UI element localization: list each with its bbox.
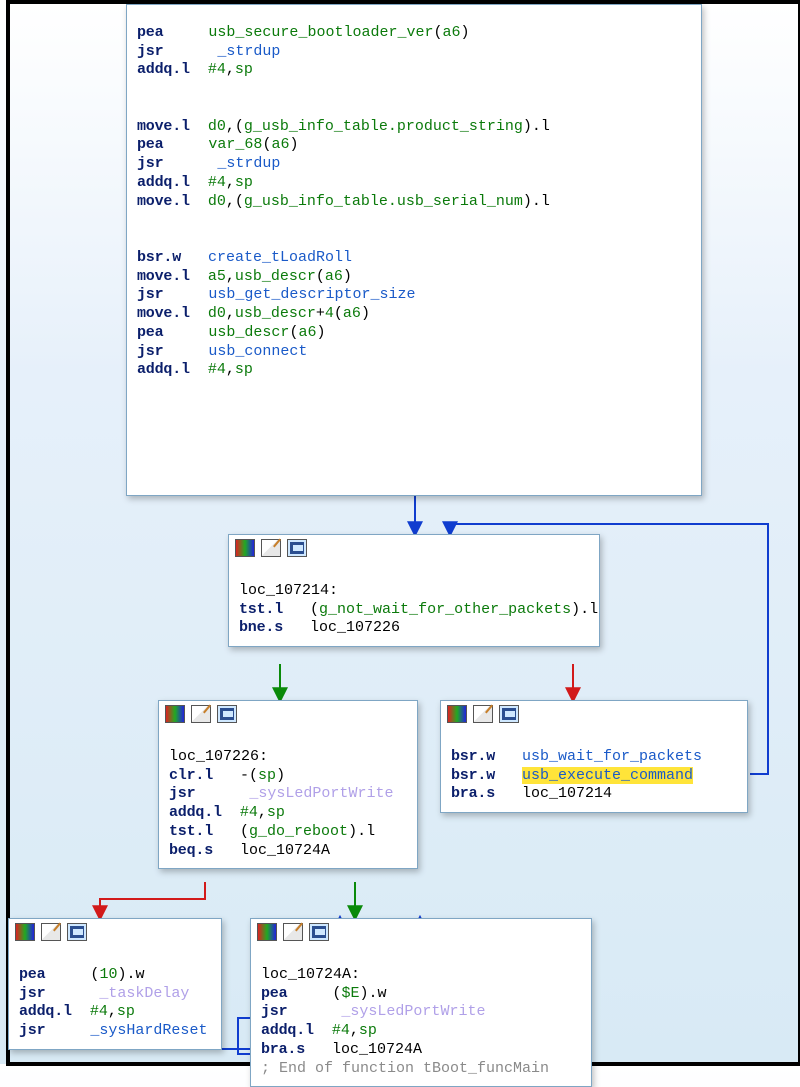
palette-icon[interactable]: [15, 923, 35, 941]
grid-icon[interactable]: [499, 705, 519, 723]
disasm-code-block: loc_107226: clr.l -(sp) jsr _sysLedPortW…: [159, 729, 417, 868]
disasm-block-loc-10724a[interactable]: loc_10724A: pea ($E).w jsr _sysLedPortWr…: [250, 918, 592, 1087]
paint-icon[interactable]: [473, 705, 493, 723]
disasm-block-entry[interactable]: pea usb_secure_bootloader_ver(a6) jsr _s…: [126, 4, 702, 496]
block-titlebar: [159, 701, 417, 729]
disasm-block-loc-107214[interactable]: loc_107214: tst.l (g_not_wait_for_other_…: [228, 534, 600, 647]
palette-icon[interactable]: [235, 539, 255, 557]
palette-icon[interactable]: [447, 705, 467, 723]
block-titlebar: [229, 535, 599, 563]
disasm-code-block: bsr.w usb_wait_for_packets bsr.w usb_exe…: [441, 729, 747, 812]
highlighted-symbol: usb_execute_command: [522, 767, 693, 784]
block-titlebar: [441, 701, 747, 729]
disasm-code-block: pea usb_secure_bootloader_ver(a6) jsr _s…: [127, 5, 701, 388]
grid-icon[interactable]: [287, 539, 307, 557]
disasm-code-block: loc_107214: tst.l (g_not_wait_for_other_…: [229, 563, 599, 646]
disasm-code-block: loc_10724A: pea ($E).w jsr _sysLedPortWr…: [251, 947, 591, 1086]
block-titlebar: [9, 919, 221, 947]
paint-icon[interactable]: [191, 705, 211, 723]
block-titlebar: [251, 919, 591, 947]
palette-icon[interactable]: [257, 923, 277, 941]
grid-icon[interactable]: [309, 923, 329, 941]
disasm-block-loc-107226[interactable]: loc_107226: clr.l -(sp) jsr _sysLedPortW…: [158, 700, 418, 869]
paint-icon[interactable]: [41, 923, 61, 941]
paint-icon[interactable]: [261, 539, 281, 557]
mnemonic: pea: [137, 24, 163, 41]
disasm-code-block: pea (10).w jsr _taskDelay addq.l #4,sp j…: [9, 947, 221, 1049]
palette-icon[interactable]: [165, 705, 185, 723]
paint-icon[interactable]: [283, 923, 303, 941]
disasm-block-reset[interactable]: pea (10).w jsr _taskDelay addq.l #4,sp j…: [8, 918, 222, 1050]
grid-icon[interactable]: [217, 705, 237, 723]
disasm-block-usb-wait[interactable]: bsr.w usb_wait_for_packets bsr.w usb_exe…: [440, 700, 748, 813]
grid-icon[interactable]: [67, 923, 87, 941]
